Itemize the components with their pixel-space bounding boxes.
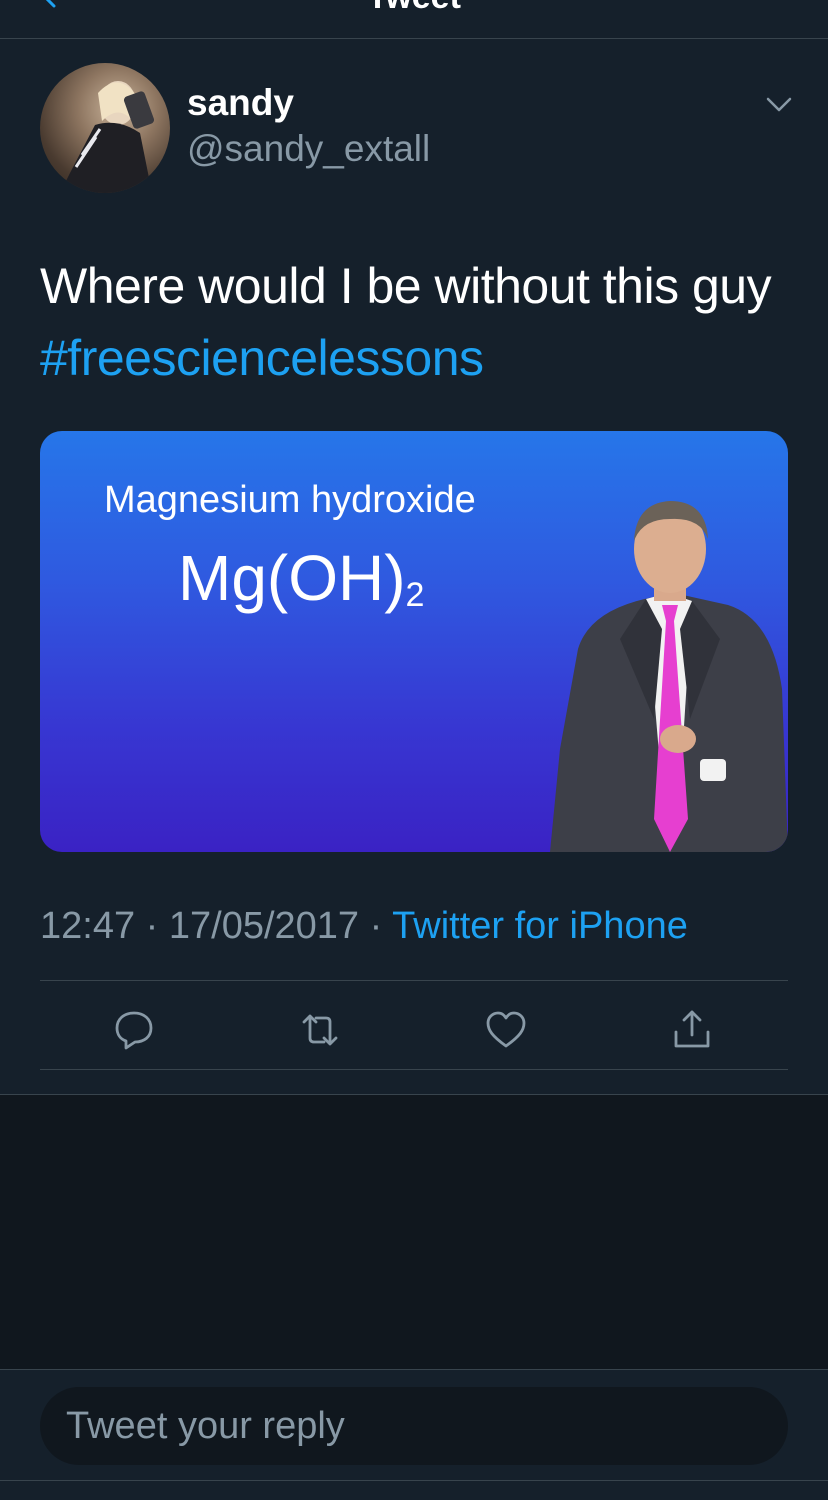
media-formula: Mg(OH)2 (178, 541, 424, 615)
bottom-divider (0, 1480, 828, 1481)
divider (40, 1069, 788, 1070)
tweet-source-link[interactable]: Twitter for iPhone (392, 905, 688, 947)
tweet-detail-page: Tweet sandy @sandy_extall Where would I … (0, 0, 828, 1500)
reply-icon[interactable] (112, 1008, 156, 1052)
nav-bar: Tweet (0, 0, 828, 39)
meta-separator: · (135, 905, 169, 947)
reply-input[interactable] (40, 1387, 788, 1465)
meta-separator: · (359, 905, 393, 947)
retweet-icon[interactable] (298, 1008, 342, 1052)
formula-main: Mg(OH) (178, 542, 406, 614)
tweet-body: Where would I be without this guy (40, 258, 772, 314)
formula-subscript: 2 (405, 576, 425, 614)
page-title: Tweet (0, 0, 828, 17)
chevron-down-icon[interactable] (764, 93, 794, 117)
reply-bar (0, 1370, 828, 1480)
tweet-media[interactable]: Magnesium hydroxide Mg(OH)2 (40, 431, 788, 852)
tweet-text: Where would I be without this guy #frees… (40, 250, 800, 394)
avatar[interactable] (40, 63, 170, 193)
divider (40, 980, 788, 981)
author-name[interactable]: sandy (187, 82, 294, 124)
hashtag-link[interactable]: #freesciencelessons (40, 330, 484, 386)
replies-area (0, 1095, 828, 1369)
heart-icon[interactable] (484, 1008, 528, 1052)
presenter-figure (550, 501, 788, 852)
author-handle[interactable]: @sandy_extall (187, 128, 430, 170)
avatar-photo (60, 81, 155, 193)
media-title: Magnesium hydroxide (104, 479, 476, 521)
tweet-time: 12:47 (40, 905, 136, 947)
share-icon[interactable] (670, 1008, 714, 1052)
tweet-date: 17/05/2017 (168, 905, 360, 947)
tweet-meta: 12:47 · 17/05/2017 · Twitter for iPhone (40, 905, 688, 948)
